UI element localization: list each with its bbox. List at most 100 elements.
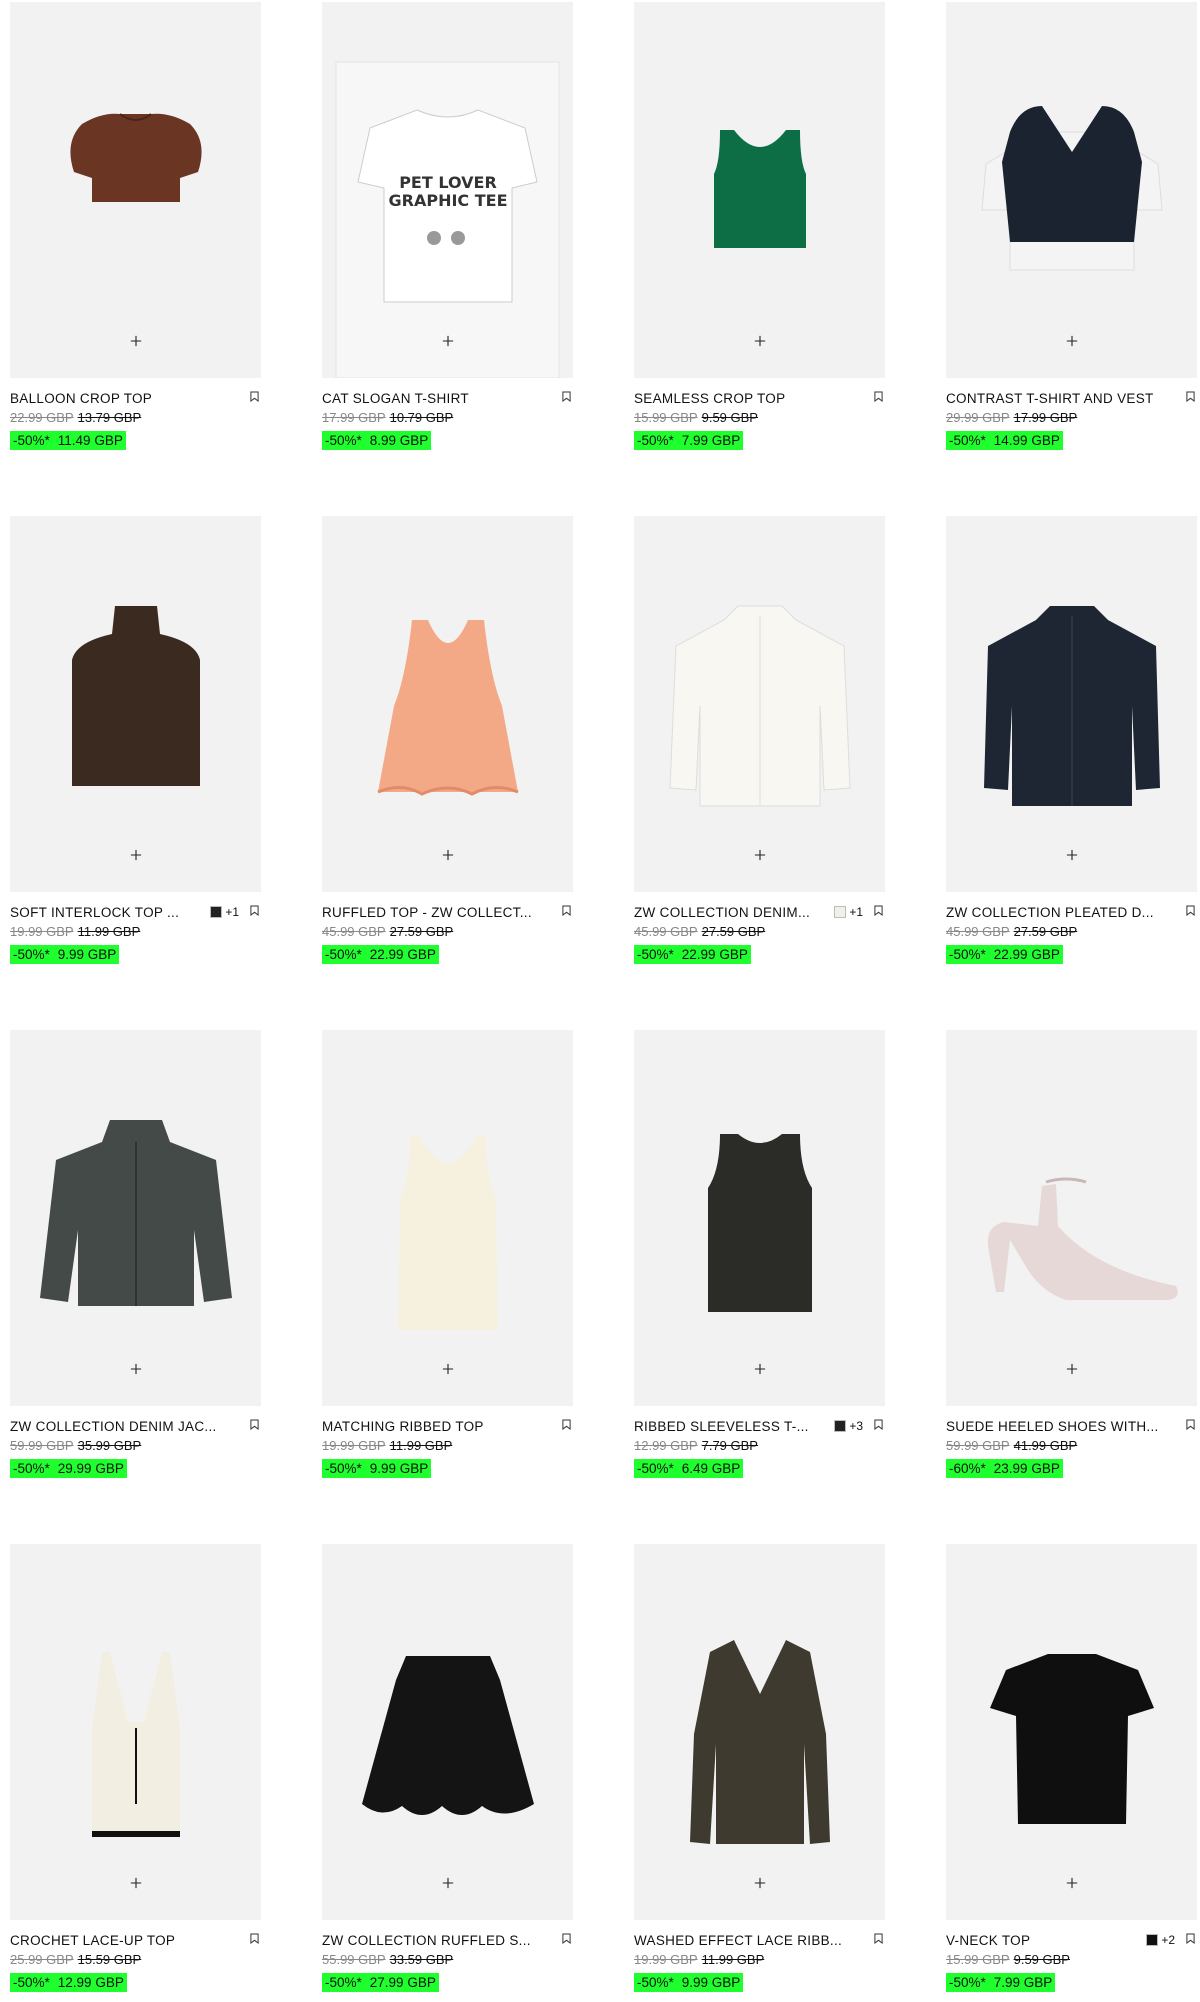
product-card[interactable]: ZW COLLECTION PLEATED D... 45.99 GBP 27.5… [946, 516, 1198, 964]
add-to-cart-button[interactable] [125, 844, 147, 866]
product-image[interactable] [946, 516, 1197, 892]
bookmark-button[interactable] [247, 391, 261, 405]
bookmark-icon [561, 903, 571, 921]
bookmark-button[interactable] [871, 391, 885, 405]
product-card[interactable]: CROCHET LACE-UP TOP 25.99 GBP 15.59 GBP -… [10, 1544, 262, 1992]
original-price: 19.99 GBP [322, 1438, 386, 1453]
product-image[interactable] [634, 516, 885, 892]
add-to-cart-button[interactable] [749, 844, 771, 866]
discount-percent: -50%* [325, 1975, 362, 1990]
add-to-cart-button[interactable] [125, 330, 147, 352]
product-name[interactable]: ZW COLLECTION PLEATED D... [946, 905, 1175, 920]
bookmark-button[interactable] [559, 905, 573, 919]
sale-badge: -50%* 8.99 GBP [322, 431, 432, 450]
product-card[interactable]: ZW COLLECTION DENIM... +1 45.99 GBP 27.59… [634, 516, 886, 964]
product-name[interactable]: ZW COLLECTION DENIM JAC... [10, 1419, 239, 1434]
bookmark-button[interactable] [871, 1419, 885, 1433]
bookmark-button[interactable] [1183, 1419, 1197, 1433]
bookmark-button[interactable] [247, 1933, 261, 1947]
product-image[interactable] [10, 1030, 261, 1406]
price-history: 22.99 GBP 13.79 GBP [10, 410, 261, 425]
product-card[interactable]: RUFFLED TOP - ZW COLLECT... 45.99 GBP 27.… [322, 516, 574, 964]
add-to-cart-button[interactable] [1061, 1358, 1083, 1380]
bookmark-button[interactable] [247, 905, 261, 919]
product-card[interactable]: RIBBED SLEEVELESS T-... +3 12.99 GBP 7.79… [634, 1030, 886, 1478]
bookmark-button[interactable] [1183, 905, 1197, 919]
product-card[interactable]: WASHED EFFECT LACE RIBB... 19.99 GBP 11.9… [634, 1544, 886, 1992]
product-info: CAT SLOGAN T-SHIRT 17.99 GBP 10.79 GBP -5… [322, 390, 573, 450]
add-to-cart-button[interactable] [125, 1358, 147, 1380]
product-card[interactable]: CONTRAST T-SHIRT AND VEST 29.99 GBP 17.99… [946, 2, 1198, 450]
product-image[interactable] [946, 1544, 1197, 1920]
plus-icon [130, 846, 142, 864]
add-to-cart-button[interactable] [437, 1872, 459, 1894]
product-image[interactable] [634, 1030, 885, 1406]
discount-percent: -50%* [949, 1975, 986, 1990]
product-photo [981, 106, 1163, 271]
add-to-cart-button[interactable] [749, 1358, 771, 1380]
add-to-cart-button[interactable] [1061, 1872, 1083, 1894]
product-card[interactable]: SUEDE HEELED SHOES WITH... 59.99 GBP 41.9… [946, 1030, 1198, 1478]
add-to-cart-button[interactable] [749, 330, 771, 352]
product-card[interactable]: ZW COLLECTION DENIM JAC... 59.99 GBP 35.9… [10, 1030, 262, 1478]
previous-price: 17.99 GBP [1013, 410, 1078, 425]
product-name[interactable]: CROCHET LACE-UP TOP [10, 1933, 239, 1948]
product-image[interactable] [322, 1030, 573, 1406]
product-name[interactable]: WASHED EFFECT LACE RIBB... [634, 1933, 863, 1948]
product-card[interactable]: SOFT INTERLOCK TOP ... +1 19.99 GBP 11.99… [10, 516, 262, 964]
add-to-cart-button[interactable] [749, 1872, 771, 1894]
plus-icon [1066, 332, 1078, 350]
sale-price: 6.49 GBP [681, 1461, 741, 1476]
product-image[interactable] [10, 1544, 261, 1920]
product-name[interactable]: RUFFLED TOP - ZW COLLECT... [322, 905, 551, 920]
product-name[interactable]: SUEDE HEELED SHOES WITH... [946, 1419, 1175, 1434]
product-image[interactable] [946, 1030, 1197, 1406]
product-name[interactable]: SEAMLESS CROP TOP [634, 391, 863, 406]
add-to-cart-button[interactable] [437, 1358, 459, 1380]
product-image[interactable] [10, 516, 261, 892]
product-name[interactable]: CONTRAST T-SHIRT AND VEST [946, 391, 1175, 406]
product-name[interactable]: RIBBED SLEEVELESS T-... [634, 1419, 828, 1434]
product-name[interactable]: MATCHING RIBBED TOP [322, 1419, 551, 1434]
product-name[interactable]: SOFT INTERLOCK TOP ... [10, 905, 204, 920]
original-price: 55.99 GBP [322, 1952, 386, 1967]
add-to-cart-button[interactable] [437, 330, 459, 352]
add-to-cart-button[interactable] [437, 844, 459, 866]
product-name[interactable]: ZW COLLECTION RUFFLED S... [322, 1933, 551, 1948]
product-card[interactable]: ZW COLLECTION RUFFLED S... 55.99 GBP 33.5… [322, 1544, 574, 1992]
bookmark-button[interactable] [871, 905, 885, 919]
product-image[interactable] [10, 2, 261, 378]
product-card[interactable]: BALLOON CROP TOP 22.99 GBP 13.79 GBP -50%… [10, 2, 262, 450]
bookmark-button[interactable] [559, 1419, 573, 1433]
sale-badge: -50%* 9.99 GBP [10, 945, 120, 964]
product-image[interactable] [634, 1544, 885, 1920]
bookmark-button[interactable] [247, 1419, 261, 1433]
product-image[interactable] [322, 516, 573, 892]
product-image[interactable] [634, 2, 885, 378]
product-image[interactable]: PET LOVER GRAPHIC TEE [322, 2, 573, 378]
product-image[interactable] [946, 2, 1197, 378]
bookmark-button[interactable] [559, 391, 573, 405]
sale-badge: -50%* 27.99 GBP [322, 1973, 439, 1992]
add-to-cart-button[interactable] [1061, 844, 1083, 866]
bookmark-button[interactable] [559, 1933, 573, 1947]
product-image[interactable] [322, 1544, 573, 1920]
previous-price: 33.59 GBP [389, 1952, 454, 1967]
add-to-cart-button[interactable] [1061, 330, 1083, 352]
product-card[interactable]: V-NECK TOP +2 15.99 GBP 9.59 GBP -50%* 7.9… [946, 1544, 1198, 1992]
product-name[interactable]: BALLOON CROP TOP [10, 391, 239, 406]
bookmark-icon [1185, 1931, 1195, 1949]
product-card[interactable]: MATCHING RIBBED TOP 19.99 GBP 11.99 GBP -… [322, 1030, 574, 1478]
product-photo [984, 606, 1160, 806]
bookmark-button[interactable] [1183, 391, 1197, 405]
original-price: 29.99 GBP [946, 410, 1010, 425]
bookmark-button[interactable] [871, 1933, 885, 1947]
product-card[interactable]: PET LOVER GRAPHIC TEE CAT SLOGAN T-SHIRT … [322, 2, 574, 450]
product-name[interactable]: CAT SLOGAN T-SHIRT [322, 391, 551, 406]
add-to-cart-button[interactable] [125, 1872, 147, 1894]
bookmark-button[interactable] [1183, 1933, 1197, 1947]
product-photo [40, 1120, 232, 1306]
product-name[interactable]: ZW COLLECTION DENIM... [634, 905, 828, 920]
product-card[interactable]: SEAMLESS CROP TOP 15.99 GBP 9.59 GBP -50%… [634, 2, 886, 450]
product-name[interactable]: V-NECK TOP [946, 1933, 1140, 1948]
